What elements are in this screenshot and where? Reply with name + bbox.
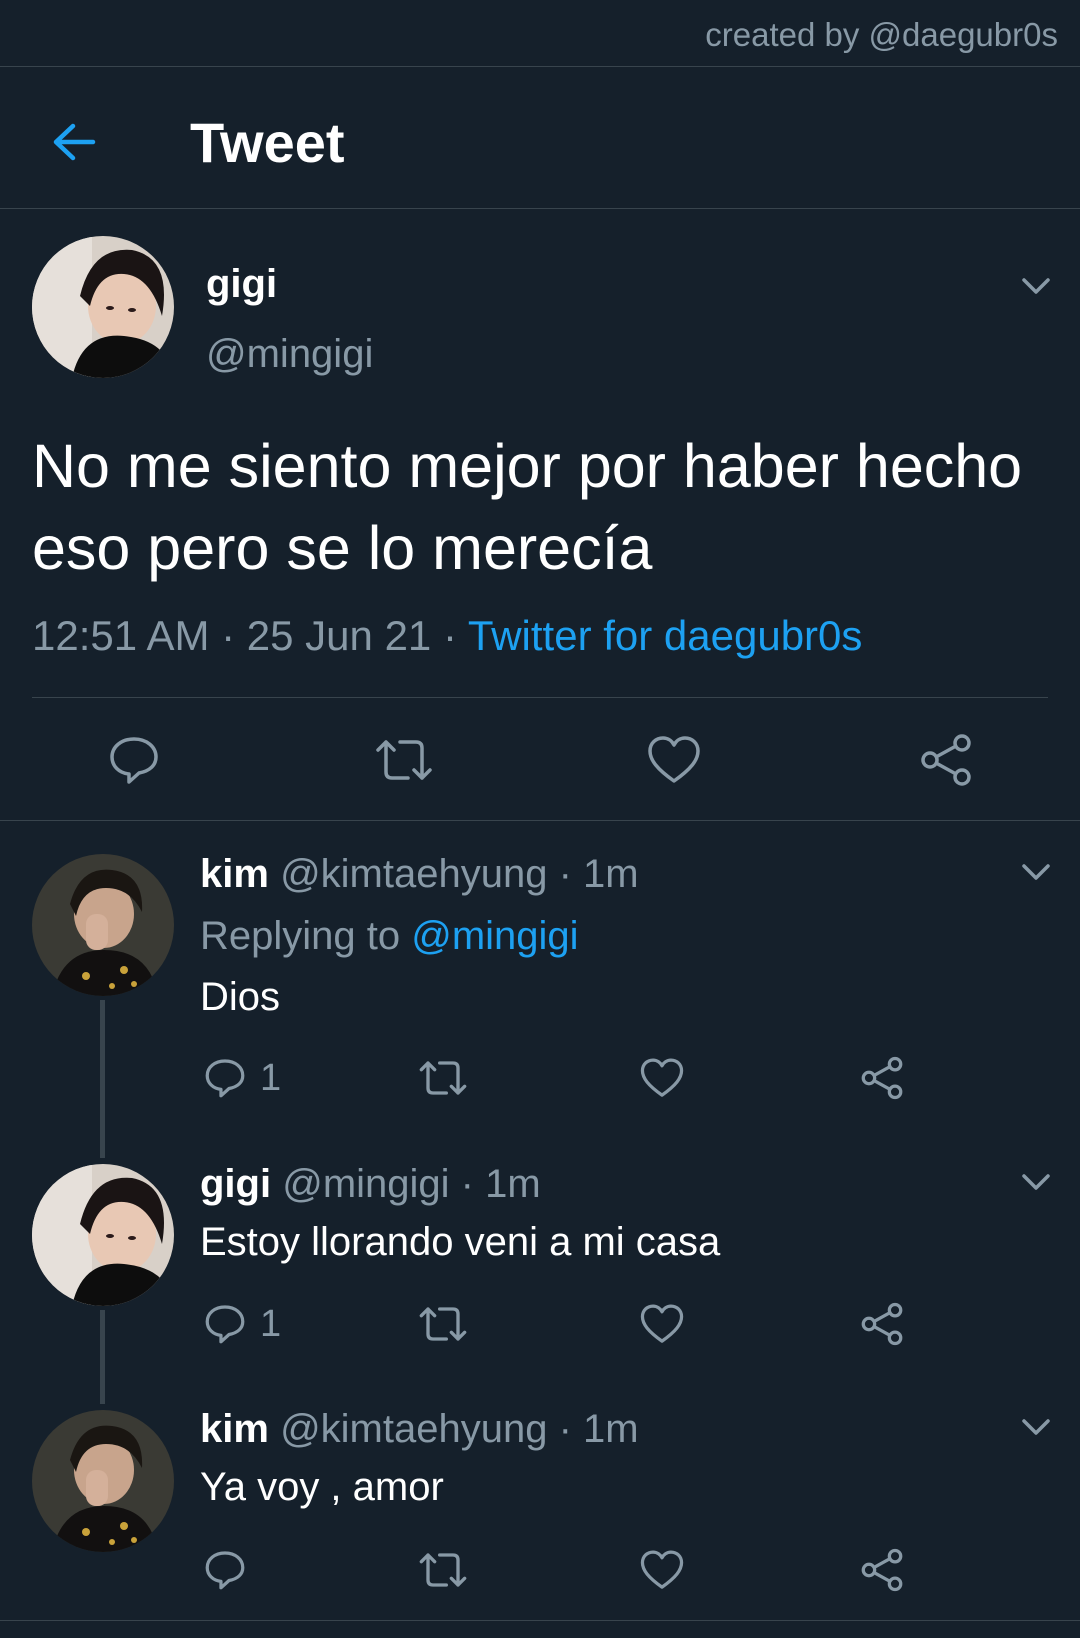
reply-author-handle[interactable]: @mingigi (282, 1162, 449, 1206)
comment-icon (110, 737, 158, 784)
reply-time: 1m (583, 1407, 639, 1451)
meta-separator: · (431, 612, 468, 659)
heart-icon (648, 736, 700, 783)
heart-icon (640, 1058, 684, 1097)
like-button[interactable] (640, 1540, 684, 1600)
meta-separator: · (209, 612, 247, 659)
reply-count: 1 (260, 1302, 282, 1345)
reply-text: Estoy llorando veni a mi casa (200, 1220, 721, 1264)
replying-to-label: Replying to (200, 914, 412, 958)
reply-author-name[interactable]: kim (200, 852, 269, 896)
reply-menu-button[interactable] (1016, 852, 1056, 892)
retweet-icon (419, 1061, 467, 1095)
like-button[interactable] (640, 1294, 684, 1354)
reply-time: 1m (583, 852, 639, 896)
dot-separator: · (449, 1162, 486, 1206)
main-tweet-handle[interactable]: @mingigi (206, 332, 373, 377)
retweet-button[interactable] (418, 1048, 468, 1108)
comment-icon (205, 1305, 245, 1344)
reply-text: Ya voy , amor (200, 1465, 444, 1509)
tweet-time: 12:51 AM (32, 612, 210, 659)
thread-connector (100, 1310, 105, 1404)
main-tweet-name[interactable]: gigi (206, 262, 277, 307)
reply-button[interactable]: 1 (204, 1048, 281, 1108)
dot-separator: · (547, 852, 584, 896)
heart-icon (640, 1550, 684, 1589)
comment-icon (205, 1551, 245, 1590)
heart-icon (640, 1304, 684, 1343)
page-title: Tweet (190, 111, 345, 174)
tweet-date: 25 Jun 21 (246, 612, 432, 659)
avatar-gigi[interactable] (32, 236, 174, 378)
retweet-button[interactable] (364, 720, 444, 800)
replying-to-handle[interactable]: @mingigi (411, 914, 578, 958)
reply-header: kim @kimtaehyung · 1m (200, 1407, 639, 1452)
share-button[interactable] (860, 1540, 904, 1600)
like-button[interactable] (634, 720, 714, 800)
reply-button[interactable]: 1 (204, 1294, 281, 1354)
avatar-image (32, 854, 174, 996)
reply-author-name[interactable]: gigi (200, 1162, 271, 1206)
dot-separator: · (547, 1407, 584, 1451)
header-divider (0, 208, 1080, 209)
reply-count: 1 (260, 1056, 282, 1099)
retweet-button[interactable] (418, 1540, 468, 1600)
avatar-kim[interactable] (32, 854, 174, 996)
watermark-text: created by @daegubr0s (705, 16, 1058, 53)
reply-text: Dios (200, 975, 281, 1019)
share-icon (921, 734, 971, 786)
share-icon (861, 1548, 903, 1592)
main-tweet-meta: 12:51 AM · 25 Jun 21 · Twitter for daegu… (32, 612, 862, 660)
tweet-source-link[interactable]: Twitter for daegubr0s (468, 612, 863, 659)
back-button[interactable] (44, 112, 104, 172)
reply-author-name[interactable]: kim (200, 1407, 269, 1451)
bottom-divider (0, 1620, 1080, 1621)
like-button[interactable] (640, 1048, 684, 1108)
avatar-gigi[interactable] (32, 1164, 174, 1306)
avatar-image (32, 1410, 174, 1552)
reply-button[interactable] (94, 720, 174, 800)
avatar-image (32, 1164, 174, 1306)
retweet-button[interactable] (418, 1294, 468, 1354)
reply-time: 1m (485, 1162, 541, 1206)
arrow-left-icon (53, 123, 96, 161)
reply-author-handle[interactable]: @kimtaehyung (280, 1407, 547, 1451)
actions-divider (0, 820, 1080, 821)
chevron-down-icon (1022, 1419, 1050, 1435)
chevron-down-icon (1022, 1174, 1050, 1190)
retweet-icon (419, 1553, 467, 1587)
thread-connector (100, 1000, 105, 1158)
main-tweet-actions (0, 720, 1080, 800)
reply-button[interactable] (204, 1540, 260, 1600)
share-button[interactable] (860, 1048, 904, 1108)
meta-divider (32, 697, 1048, 698)
chevron-down-icon (1022, 864, 1050, 880)
share-button[interactable] (860, 1294, 904, 1354)
retweet-icon (419, 1307, 467, 1341)
retweet-icon (376, 740, 432, 780)
share-button[interactable] (906, 720, 986, 800)
avatar-kim[interactable] (32, 1410, 174, 1552)
reply-menu-button[interactable] (1016, 1407, 1056, 1447)
reply-header: gigi @mingigi · 1m (200, 1162, 541, 1207)
main-tweet-menu-button[interactable] (1016, 266, 1056, 306)
reply-author-handle[interactable]: @kimtaehyung (280, 852, 547, 896)
avatar-image (32, 236, 174, 378)
chevron-down-icon (1022, 278, 1050, 294)
top-divider (0, 66, 1080, 67)
share-icon (861, 1302, 903, 1346)
replying-to: Replying to @mingigi (200, 914, 579, 959)
reply-menu-button[interactable] (1016, 1162, 1056, 1202)
comment-icon (205, 1059, 245, 1098)
reply-header: kim @kimtaehyung · 1m (200, 852, 639, 897)
share-icon (861, 1056, 903, 1100)
main-tweet-text: No me siento mejor por haber hecho eso p… (32, 432, 1023, 582)
